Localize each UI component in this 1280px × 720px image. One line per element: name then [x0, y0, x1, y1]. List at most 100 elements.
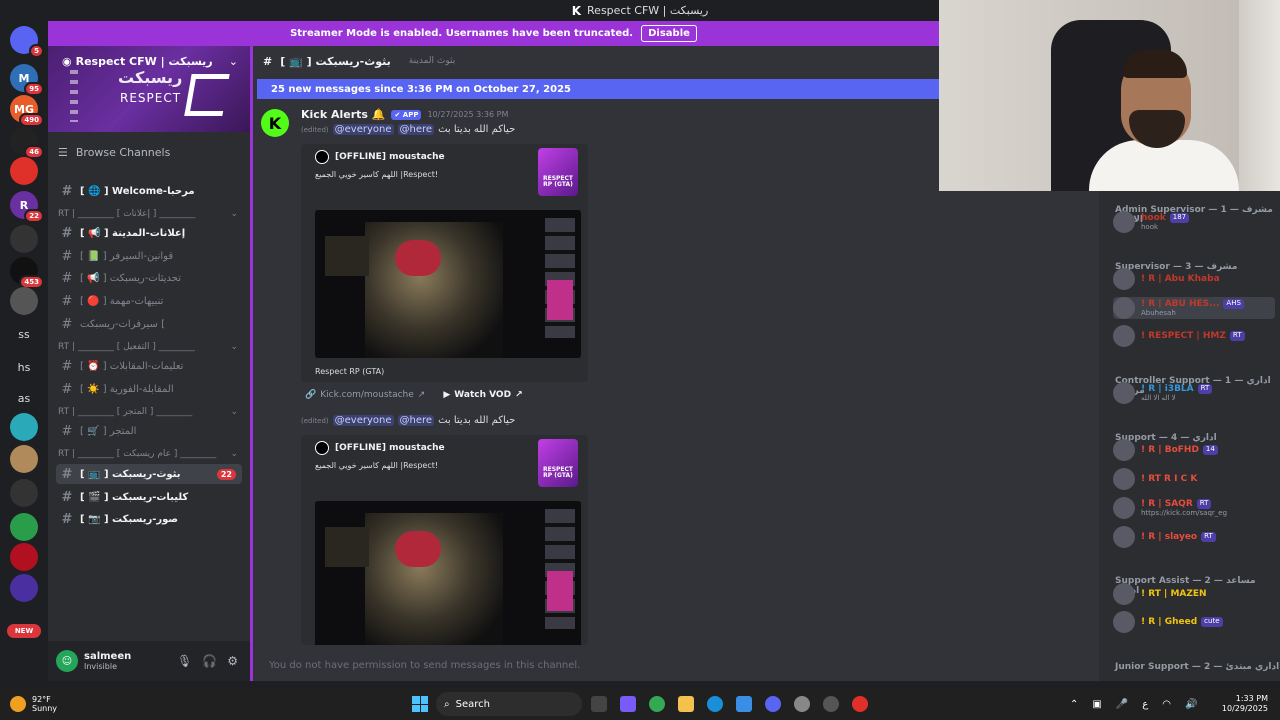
channel-item[interactable]: # [ 🛒 ] المتجر	[56, 422, 242, 442]
guild-header[interactable]: ريسبكت RESPECT ◉ Respect CFW | ريسبكت ⌄	[48, 46, 250, 132]
channel-category[interactable]: RT | ________ [ التفعيل ] ________ ⌄	[58, 342, 238, 352]
member-item[interactable]: ! R | i3BLA RT لا اله الا الله	[1113, 382, 1275, 404]
server-icon[interactable]	[10, 479, 38, 507]
member-status-text: hook	[1141, 223, 1159, 231]
member-item[interactable]: ! R | SAQR RT https://kick.com/saqr_eg	[1113, 497, 1275, 519]
here-mention[interactable]: @here	[397, 415, 435, 426]
watch-vod-button[interactable]: ▶ Watch VOD ↗	[443, 390, 522, 400]
server-icon[interactable]	[10, 157, 38, 185]
member-item[interactable]: ! RT | MAZEN	[1113, 583, 1275, 605]
server-icon: ◉	[62, 55, 72, 68]
server-text-icon[interactable]: ss	[10, 320, 38, 348]
new-messages-bar[interactable]: 25 new messages since 3:36 PM on October…	[257, 79, 942, 99]
channel-item[interactable]: # [ 📢 ] تحديثات-ريسبكت	[56, 269, 242, 289]
channel-item[interactable]: # [ 🎬 ] كليبات-ريسبكت	[56, 487, 242, 507]
channel-item[interactable]: # [ 📗 ] قوانين-السيرفر	[56, 246, 242, 266]
member-name: ! R | Abu Khaba	[1141, 274, 1220, 284]
member-item[interactable]: ! R | slayeo RT	[1113, 526, 1275, 548]
chevron-down-icon[interactable]: ⌄	[229, 55, 238, 68]
everyone-mention[interactable]: @everyone	[332, 415, 394, 426]
disable-button[interactable]: Disable	[641, 25, 697, 42]
hash-icon: #	[61, 424, 73, 440]
server-text-icon[interactable]: as	[10, 384, 38, 412]
channel-item[interactable]: # [ 🌐 ] Welcome-مرحبا	[56, 181, 242, 201]
settings-icon[interactable]	[794, 696, 810, 712]
server-icon[interactable]: M 95	[10, 64, 44, 96]
edge-icon[interactable]	[707, 696, 723, 712]
copilot-icon[interactable]	[620, 696, 636, 712]
gear-icon[interactable]: ⚙	[227, 654, 238, 668]
server-icon[interactable]	[10, 225, 38, 253]
channel-item[interactable]: # [ 📷 ] صور-ريسبكت	[56, 510, 242, 530]
server-icon[interactable]	[10, 413, 38, 441]
server-icon[interactable]: R 22	[10, 191, 44, 223]
new-pill[interactable]: NEW	[7, 624, 41, 638]
server-icon[interactable]	[10, 543, 38, 571]
server-icon[interactable]: 453	[10, 257, 44, 289]
windows-start-icon[interactable]	[412, 696, 428, 712]
microphone-icon[interactable]: 🎙	[177, 654, 192, 668]
chevron-up-icon[interactable]: ⌃	[1070, 699, 1078, 710]
message-composer: You do not have permission to send messa…	[269, 659, 581, 671]
browse-channels[interactable]: ☰ Browse Channels	[58, 146, 170, 159]
wifi-icon[interactable]: ◠	[1162, 699, 1171, 710]
mic-icon[interactable]: 🎤	[1116, 699, 1128, 710]
server-icon[interactable]	[10, 574, 38, 602]
avatar	[1113, 268, 1135, 290]
server-icon[interactable]: 5	[10, 26, 44, 58]
language-indicator[interactable]: ع	[1142, 699, 1148, 710]
embed-image[interactable]	[315, 210, 581, 358]
category-label: RT | ________ [ عام ريسبكت ] ________	[58, 449, 217, 460]
channel-category[interactable]: RT | ________ [ المتجر ] ________ ⌄	[58, 407, 238, 417]
taskbar-search[interactable]: ⌕ Search	[436, 692, 582, 716]
server-icon[interactable]: MG 490	[10, 95, 44, 127]
channel-item[interactable]: # [ ⏰ ] تعليمات-المقابلات	[56, 357, 242, 377]
member-name: ! R | slayeo	[1141, 532, 1198, 542]
channel-item[interactable]: # [ 📢 ] إعلانات-المدينة	[56, 224, 242, 244]
channel-item[interactable]: # [ 📺 ] بثوث-ريسبكت 22	[56, 464, 242, 485]
server-icon[interactable]: 46	[10, 127, 44, 159]
kick-link-button[interactable]: 🔗 Kick.com/moustache ↗	[305, 390, 425, 400]
server-text-icon[interactable]: hs	[10, 353, 38, 381]
headphones-icon[interactable]: 🎧	[202, 654, 217, 668]
member-item[interactable]: ! RT R I C K	[1113, 468, 1275, 490]
weather-widget[interactable]: 92°F Sunny	[10, 695, 57, 713]
chrome-icon[interactable]	[649, 696, 665, 712]
everyone-mention[interactable]: @everyone	[332, 124, 394, 135]
watch-vod-label: Watch VOD	[454, 390, 512, 400]
member-item[interactable]: ! R | Gheed cute	[1113, 611, 1275, 633]
store-icon[interactable]	[736, 696, 752, 712]
task-view-icon[interactable]	[591, 696, 607, 712]
server-icon[interactable]	[10, 513, 38, 541]
tray-app-icon[interactable]: ▣	[1092, 699, 1101, 710]
capcut-icon[interactable]	[852, 696, 868, 712]
chevron-down-icon: ⌄	[230, 208, 238, 219]
embed-author[interactable]: [OFFLINE] moustache	[335, 152, 445, 162]
volume-icon[interactable]: 🔊	[1185, 699, 1197, 710]
member-item[interactable]: ! R | BoFHD 14	[1113, 439, 1275, 461]
member-tag: 187	[1169, 213, 1190, 223]
embed-image[interactable]	[315, 501, 581, 645]
obs-icon[interactable]	[823, 696, 839, 712]
clock[interactable]: 1:33 PM 10/29/2025	[1218, 694, 1268, 714]
member-item[interactable]: hook 187 hook	[1113, 211, 1275, 233]
here-mention[interactable]: @here	[397, 124, 435, 135]
member-item[interactable]: ! R | ABU HES... AHS Abuhesah	[1113, 297, 1275, 319]
message-author[interactable]: Kick Alerts 🔔	[301, 108, 385, 121]
member-item[interactable]: ! RESPECT | HMZ RT	[1113, 325, 1275, 347]
server-icon[interactable]	[10, 287, 38, 315]
member-item[interactable]: ! R | Abu Khaba	[1113, 268, 1275, 290]
discord-icon[interactable]	[765, 696, 781, 712]
embed-author[interactable]: [OFFLINE] moustache	[335, 443, 445, 453]
channel-category[interactable]: RT | ________ [ إعلانات ] ________ ⌄	[58, 209, 238, 219]
channel-item[interactable]: # سيرفرات-ريسبكت [	[56, 314, 242, 334]
server-icon[interactable]	[10, 445, 38, 473]
channel-item[interactable]: # [ 🔴 ] تنبيهات-مهمة	[56, 291, 242, 311]
link-buttons: 🔗 Kick.com/moustache ↗ ▶ Watch VOD ↗	[305, 390, 523, 400]
avatar[interactable]: ☺	[56, 650, 78, 672]
embed-description: اللهم كاسير خويي الجميع |Respect!	[315, 170, 439, 179]
bot-avatar[interactable]: K	[261, 109, 289, 137]
channel-category[interactable]: RT | ________ [ عام ريسبكت ] ________ ⌄	[58, 449, 238, 459]
file-explorer-icon[interactable]	[678, 696, 694, 712]
channel-item[interactable]: # [ ☀️ ] المقابلة-الفورية	[56, 379, 242, 399]
